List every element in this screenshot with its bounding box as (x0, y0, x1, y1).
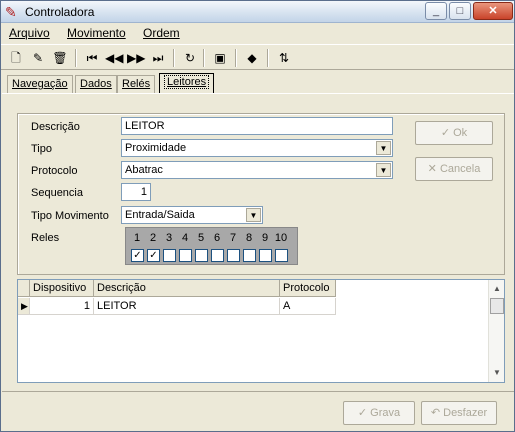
edit-icon[interactable]: ✎ (29, 49, 47, 67)
gem-icon[interactable]: ◆ (243, 49, 261, 67)
app-icon: ✎ (5, 4, 17, 20)
rele-checkbox-7[interactable] (227, 249, 240, 262)
prev-icon[interactable]: ◀◀ (105, 49, 123, 67)
app-window: ✎ Controladora _ □ ✕ Arquivo Movimento O… (0, 0, 515, 432)
sort-icon[interactable]: ⇅ (275, 49, 293, 67)
rele-number: 6 (213, 232, 221, 244)
delete-icon[interactable]: 🗑 (51, 49, 69, 67)
rele-number: 10 (274, 232, 288, 244)
menu-ordem[interactable]: Ordem (143, 26, 180, 40)
rele-number: 9 (261, 232, 269, 244)
cancela-label: Cancela (439, 163, 481, 175)
rele-checkbox-8[interactable] (243, 249, 256, 262)
descricao-input[interactable]: LEITOR (121, 117, 393, 135)
toolbar: 🗋 ✎ 🗑 ⏮ ◀◀ ▶▶ ⏭ ↻ ▣ ◆ ⇅ (1, 44, 514, 70)
col-descricao[interactable]: Descrição (94, 280, 280, 297)
tab-dados[interactable]: Dados (75, 75, 117, 93)
rele-number: 8 (245, 232, 253, 244)
tab-leitores[interactable]: Leitores (159, 73, 215, 94)
col-protocolo[interactable]: Protocolo (280, 280, 336, 297)
ok-label: Ok (453, 127, 468, 139)
title-bar[interactable]: ✎ Controladora _ □ ✕ (1, 1, 514, 23)
tipo-movimento-value: Entrada/Saida (125, 209, 195, 221)
sequencia-label: Sequencia (31, 187, 83, 199)
rele-number: 2 (149, 232, 157, 244)
rele-checkbox-2[interactable]: ✓ (147, 249, 160, 262)
col-dispositivo[interactable]: Dispositivo (30, 280, 94, 297)
sequencia-input[interactable]: 1 (121, 183, 151, 201)
tipo-label: Tipo (31, 143, 52, 155)
rele-number: 3 (165, 232, 173, 244)
scroll-thumb[interactable] (490, 298, 504, 314)
protocolo-value: Abatrac (125, 164, 163, 176)
last-icon[interactable]: ⏭ (149, 49, 167, 67)
table-cell-descricao[interactable]: LEITOR (94, 298, 280, 315)
protocolo-select[interactable]: Abatrac ▼ (121, 161, 393, 179)
row-indicator-header (18, 280, 30, 297)
reles-checkbox-panel: 1 ✓ 2 ✓ 3 4 5 6 7 8 9 10 (125, 227, 298, 265)
tipo-movimento-select[interactable]: Entrada/Saida ▼ (121, 206, 263, 224)
current-row-icon: ▶ (18, 298, 30, 315)
divider (2, 391, 514, 392)
first-icon[interactable]: ⏮ (83, 49, 101, 67)
reles-label: Reles (31, 232, 60, 244)
menu-bar: Arquivo Movimento Ordem (1, 24, 514, 43)
protocolo-label: Protocolo (31, 165, 78, 177)
table-cell-protocolo[interactable]: A (280, 298, 336, 315)
new-icon[interactable]: 🗋 (7, 49, 25, 67)
grava-button[interactable]: ✓ Grava (343, 401, 415, 425)
leitores-table[interactable]: Dispositivo Descrição Protocolo ▶ 1 LEIT… (17, 279, 505, 383)
rele-number: 4 (181, 232, 189, 244)
rele-checkbox-10[interactable] (275, 249, 288, 262)
check-icon: ✓ (440, 127, 454, 139)
chevron-down-icon[interactable]: ▼ (246, 208, 261, 222)
tab-leitores-label: Leitores (164, 75, 210, 89)
menu-movimento[interactable]: Movimento (67, 26, 126, 40)
rele-checkbox-3[interactable] (163, 249, 176, 262)
chevron-down-icon[interactable]: ▼ (376, 163, 391, 177)
refresh-icon[interactable]: ↻ (181, 49, 199, 67)
tipo-movimento-label: Tipo Movimento (31, 210, 109, 222)
menu-arquivo[interactable]: Arquivo (9, 26, 50, 40)
scroll-up-icon[interactable]: ▲ (489, 282, 505, 296)
rele-number: 7 (229, 232, 237, 244)
undo-icon: ↶ (430, 407, 444, 419)
chevron-down-icon[interactable]: ▼ (376, 141, 391, 155)
rele-checkbox-9[interactable] (259, 249, 272, 262)
grava-label: Grava (370, 407, 401, 419)
maximize-button[interactable]: □ (449, 2, 471, 20)
next-icon[interactable]: ▶▶ (127, 49, 145, 67)
properties-icon[interactable]: ▣ (211, 49, 229, 67)
vertical-scrollbar[interactable]: ▲ ▼ (488, 280, 504, 382)
minimize-button[interactable]: _ (425, 2, 447, 20)
tipo-select[interactable]: Proximidade ▼ (121, 139, 393, 157)
rele-checkbox-6[interactable] (211, 249, 224, 262)
rele-number: 1 (133, 232, 141, 244)
desfazer-button[interactable]: ↶ Desfazer (421, 401, 497, 425)
rele-checkbox-4[interactable] (179, 249, 192, 262)
scroll-down-icon[interactable]: ▼ (489, 366, 505, 380)
rele-checkbox-5[interactable] (195, 249, 208, 262)
cancel-icon: ✕ (427, 163, 440, 175)
check-icon: ✓ (357, 407, 371, 419)
cancela-button[interactable]: ✕ Cancela (415, 157, 493, 181)
rele-checkbox-1[interactable]: ✓ (131, 249, 144, 262)
ok-button[interactable]: ✓ Ok (415, 121, 493, 145)
desfazer-label: Desfazer (443, 407, 488, 419)
window-title: Controladora (25, 5, 95, 19)
close-button[interactable]: ✕ (473, 2, 513, 20)
tipo-value: Proximidade (125, 142, 187, 154)
descricao-label: Descrição (31, 121, 80, 133)
tab-navegacao[interactable]: Navegação (7, 75, 73, 93)
table-cell-dispositivo[interactable]: 1 (30, 298, 94, 315)
rele-number: 5 (197, 232, 205, 244)
tab-reles[interactable]: Relés (117, 75, 156, 93)
